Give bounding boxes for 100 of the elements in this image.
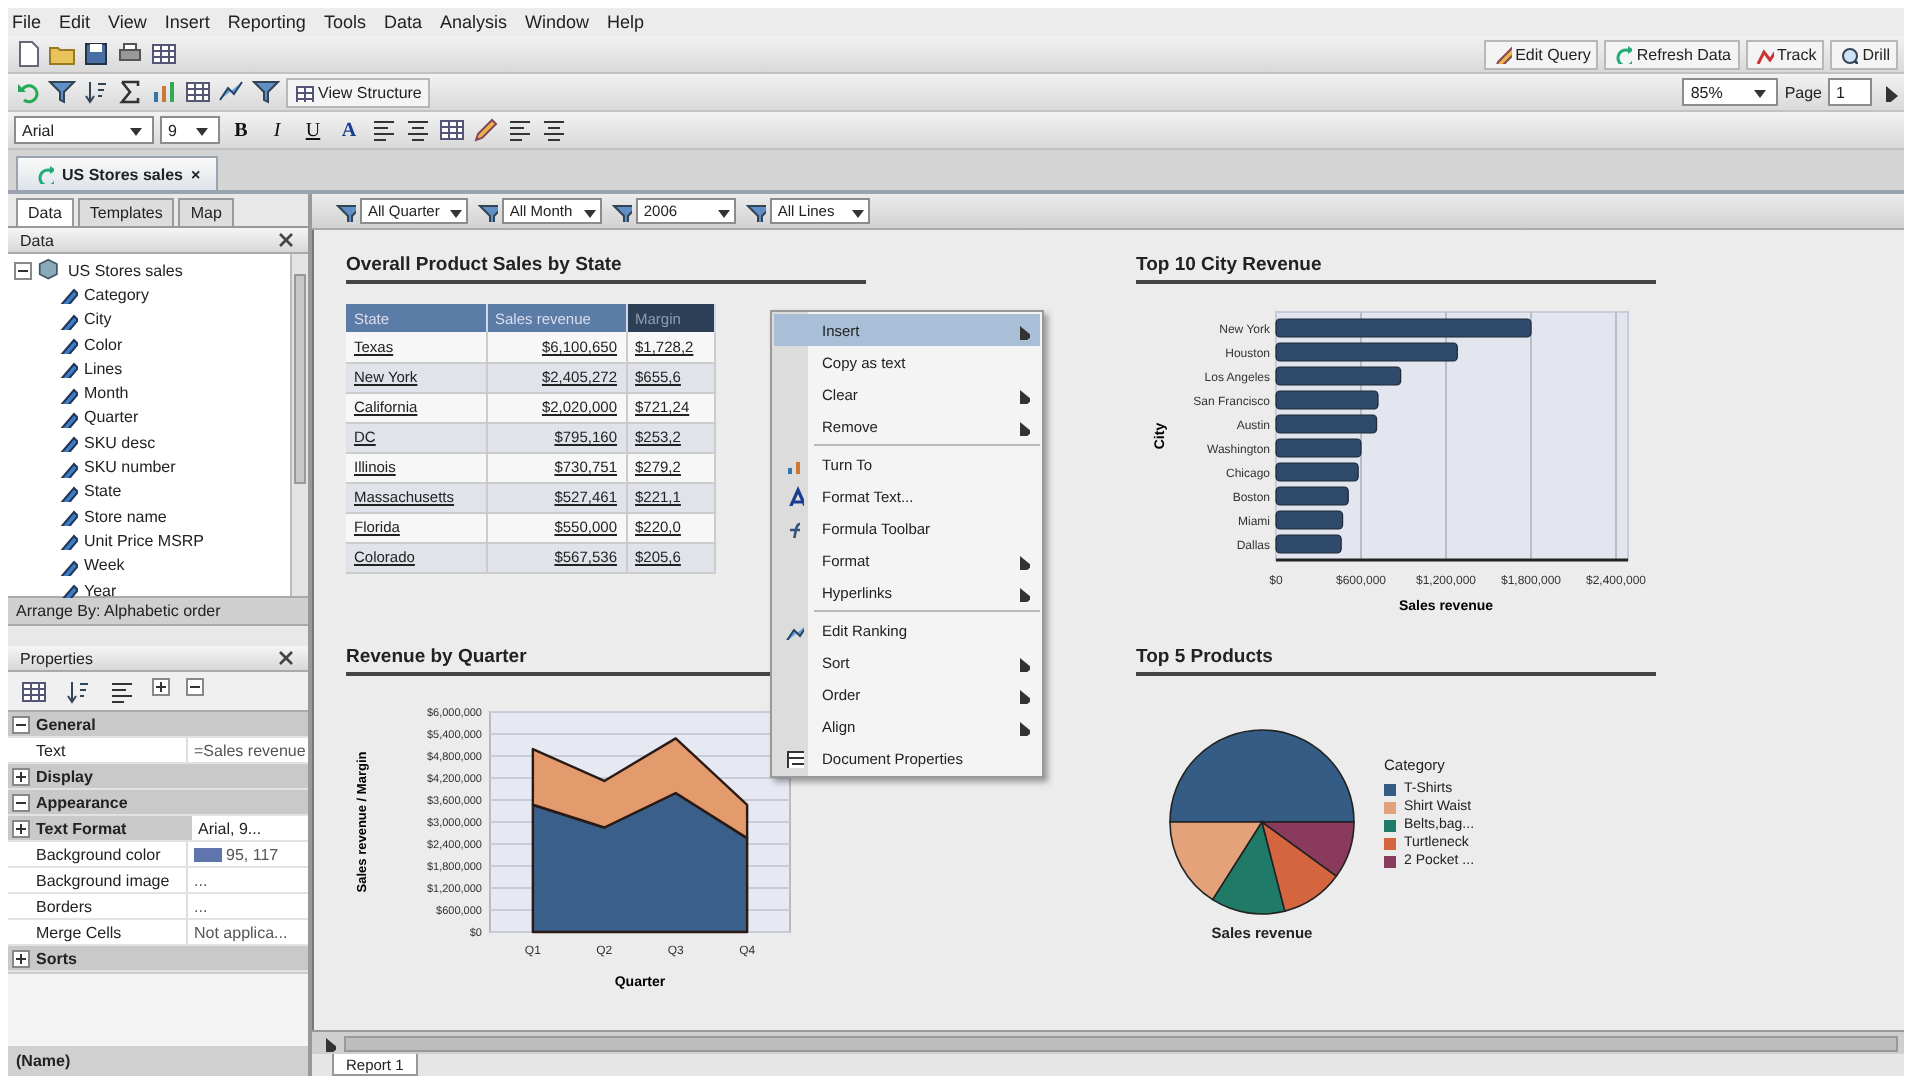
toolbar-button[interactable]: Edit Query bbox=[1483, 39, 1599, 69]
magnifier-icon bbox=[1838, 44, 1859, 64]
font-dropdown[interactable]: Arial bbox=[14, 116, 154, 144]
panel-tab[interactable]: Templates bbox=[77, 198, 175, 226]
menu-item[interactable]: Insert bbox=[164, 12, 210, 32]
tree-item[interactable]: State bbox=[84, 482, 122, 501]
expand-icon[interactable] bbox=[152, 678, 170, 696]
menu-item[interactable]: Analysis bbox=[439, 12, 507, 32]
refresh-icon bbox=[34, 164, 54, 184]
scrollbar[interactable] bbox=[312, 1030, 1904, 1054]
table-icon[interactable] bbox=[184, 78, 212, 106]
toolbar-button[interactable]: Refresh Data bbox=[1604, 39, 1740, 69]
menu-item[interactable]: Reporting bbox=[227, 12, 306, 32]
menu-item[interactable]: File bbox=[12, 12, 42, 32]
pencil-icon bbox=[58, 530, 78, 551]
property-group: Display bbox=[36, 767, 93, 785]
panel-tab[interactable]: Data bbox=[16, 198, 74, 226]
property-value[interactable]: ... bbox=[194, 897, 208, 915]
property-group: General bbox=[36, 715, 96, 733]
collapse-icon[interactable] bbox=[186, 678, 204, 696]
align-left-icon[interactable] bbox=[506, 116, 534, 144]
view-structure-button[interactable]: View Structure bbox=[286, 77, 430, 107]
tree-item[interactable]: Lines bbox=[84, 359, 123, 378]
page-label: Page bbox=[1784, 83, 1822, 101]
tree-item[interactable]: Month bbox=[84, 384, 129, 403]
menu-item[interactable]: Help bbox=[607, 12, 645, 32]
arrange-by-dropdown[interactable]: Arrange By: Alphabetic order bbox=[8, 598, 308, 626]
align-center-icon[interactable] bbox=[540, 116, 568, 144]
tree-item[interactable]: City bbox=[84, 310, 112, 329]
line-graph-icon bbox=[1753, 44, 1774, 64]
property-value[interactable]: =Sales revenue bbox=[194, 741, 306, 759]
tree-item[interactable]: US Stores sales bbox=[68, 261, 183, 280]
close-icon[interactable] bbox=[276, 648, 296, 668]
categorized-icon[interactable] bbox=[20, 678, 48, 706]
bar-chart-icon[interactable] bbox=[150, 78, 178, 106]
page-field[interactable]: 1 bbox=[1828, 78, 1872, 106]
menu-item[interactable]: View bbox=[108, 12, 147, 32]
tree-item[interactable]: Unit Price MSRP bbox=[84, 531, 205, 550]
panel-tab[interactable]: Map bbox=[178, 198, 234, 226]
property-value[interactable]: Not applica... bbox=[194, 923, 288, 941]
expand-icon[interactable] bbox=[12, 949, 30, 967]
close-button[interactable]: × bbox=[190, 165, 201, 183]
property-value[interactable]: ... bbox=[194, 871, 208, 889]
list-icon[interactable] bbox=[108, 678, 136, 706]
align-left-icon[interactable] bbox=[370, 116, 398, 144]
tree-item[interactable]: Category bbox=[84, 285, 149, 304]
toolbar-button[interactable]: Drill bbox=[1830, 39, 1898, 69]
collapse-icon[interactable] bbox=[12, 793, 30, 811]
zoom-dropdown[interactable]: 85% bbox=[1682, 78, 1779, 106]
bold-button[interactable]: B bbox=[226, 115, 256, 145]
menu-item[interactable]: Tools bbox=[323, 12, 366, 32]
tree-item[interactable]: Color bbox=[84, 335, 123, 354]
close-icon[interactable] bbox=[276, 230, 296, 250]
property-label: Background color bbox=[8, 842, 188, 866]
toolbar-button[interactable]: Track bbox=[1745, 39, 1825, 69]
document-tab[interactable]: US Stores sales × bbox=[16, 156, 219, 190]
save-icon[interactable] bbox=[82, 40, 110, 68]
filter-icon[interactable] bbox=[252, 78, 280, 106]
filter-icon bbox=[745, 201, 766, 221]
collapse-icon[interactable] bbox=[14, 261, 32, 280]
table-icon[interactable] bbox=[150, 40, 178, 68]
refresh-icon bbox=[1612, 44, 1633, 64]
tree-item[interactable]: Year bbox=[84, 581, 117, 599]
collapse-icon[interactable] bbox=[12, 715, 30, 733]
menu-item[interactable]: Edit bbox=[59, 12, 91, 32]
pencil-icon bbox=[58, 555, 78, 576]
bar bbox=[1275, 414, 1378, 434]
menu-item[interactable]: Window bbox=[524, 12, 589, 32]
new-document-icon[interactable] bbox=[14, 40, 42, 68]
bar bbox=[1275, 366, 1402, 386]
letter-a-icon bbox=[784, 486, 804, 506]
align-center-icon[interactable] bbox=[404, 116, 432, 144]
sort-icon[interactable] bbox=[82, 78, 110, 106]
italic-button[interactable]: I bbox=[262, 115, 292, 145]
tree-item[interactable]: SKU desc bbox=[84, 433, 156, 452]
property-value[interactable]: Arial, 9... bbox=[192, 816, 308, 840]
bar bbox=[1275, 390, 1379, 410]
color-swatch[interactable] bbox=[194, 847, 222, 861]
font-size-dropdown[interactable]: 9 bbox=[160, 116, 220, 144]
section-title: Top 10 City Revenue bbox=[1136, 254, 1656, 284]
filter-icon[interactable] bbox=[48, 78, 76, 106]
pencil-icon bbox=[58, 432, 78, 453]
table-icon[interactable] bbox=[438, 116, 466, 144]
panel-title: Data bbox=[20, 231, 54, 249]
expand-icon[interactable] bbox=[12, 767, 30, 785]
tree-item[interactable]: Week bbox=[84, 556, 125, 575]
sort-icon[interactable] bbox=[64, 678, 92, 706]
pencil-icon[interactable] bbox=[472, 116, 500, 144]
text-color-button[interactable]: A bbox=[334, 115, 364, 145]
sum-icon[interactable] bbox=[116, 78, 144, 106]
scrollbar[interactable] bbox=[290, 254, 308, 596]
tree-item[interactable]: Quarter bbox=[84, 408, 139, 427]
pencil-icon bbox=[58, 457, 78, 478]
underline-button[interactable]: U bbox=[298, 115, 328, 145]
tree-item[interactable]: SKU number bbox=[84, 458, 176, 477]
expand-icon[interactable] bbox=[12, 819, 30, 837]
menu-item[interactable]: Data bbox=[383, 12, 422, 32]
property-label: Borders bbox=[8, 894, 188, 918]
tree-item[interactable]: Store name bbox=[84, 507, 167, 526]
property-value[interactable]: 95, 117 bbox=[226, 845, 279, 863]
